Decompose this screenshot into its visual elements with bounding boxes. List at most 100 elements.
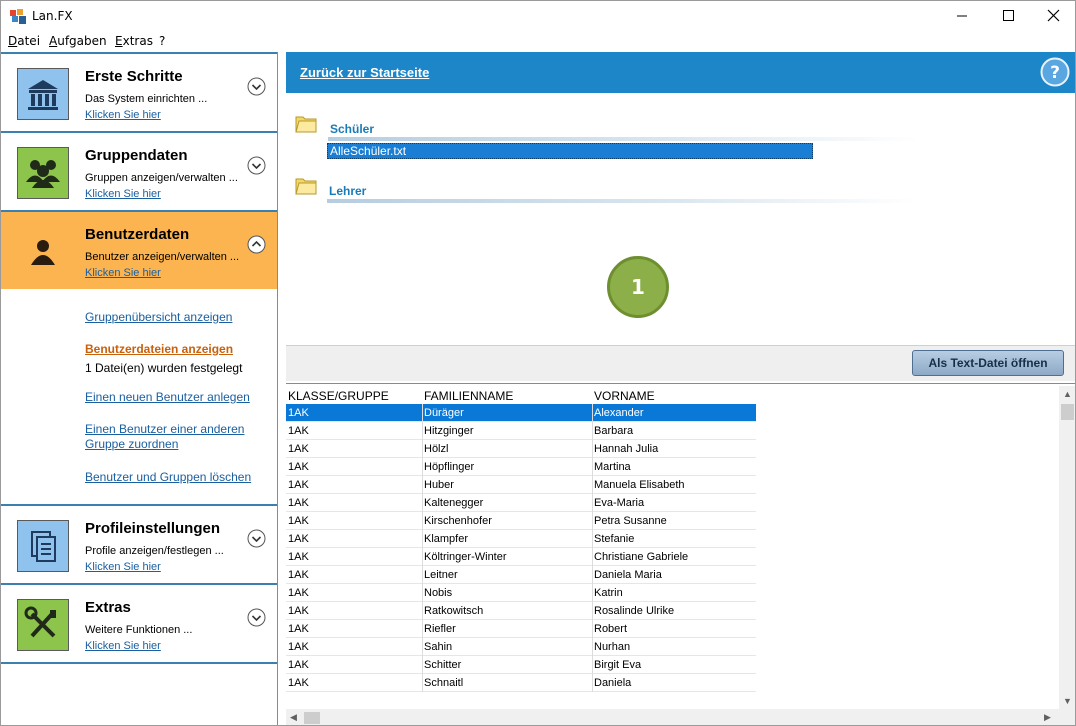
group-label-lehrer[interactable]: Lehrer [329, 184, 366, 198]
table-cell: Nobis [424, 587, 453, 599]
back-to-start-link[interactable]: Zurück zur Startseite [300, 65, 429, 80]
link-user-files[interactable]: Benutzerdateien anzeigen [85, 342, 233, 356]
chevron-down-icon[interactable] [247, 156, 266, 175]
column-header[interactable]: FAMILIENNAME [424, 389, 513, 403]
section-profileinstellungen[interactable]: Profileinstellungen Profile anzeigen/fes… [1, 504, 277, 583]
table-cell: Schitter [424, 659, 462, 671]
table-cell: Düräger [424, 407, 464, 419]
link-delete[interactable]: Benutzer und Gruppen löschen [85, 470, 251, 484]
table-row[interactable]: 1AK Hitzginger Barbara [286, 422, 756, 440]
svg-text:?: ? [1050, 63, 1060, 83]
table-row[interactable]: 1AK Kirschenhofer Petra Susanne [286, 512, 756, 530]
table-row[interactable]: 1AK Huber Manuela Elisabeth [286, 476, 756, 494]
table-cell: Kirschenhofer [424, 515, 492, 527]
table-cell: 1AK [288, 569, 309, 581]
table-row[interactable]: 1AK Nobis Katrin [286, 584, 756, 602]
scroll-down-icon[interactable]: ▼ [1063, 696, 1072, 706]
scroll-thumb[interactable] [1061, 404, 1074, 420]
table-cell: 1AK [288, 587, 309, 599]
table-cell: Katrin [594, 587, 623, 599]
section-gruppendaten[interactable]: Gruppendaten Gruppen anzeigen/verwalten … [1, 131, 277, 210]
section-erste-schritte[interactable]: Erste Schritte Das System einrichten ...… [1, 52, 277, 131]
table-row[interactable]: 1AK Ratkowitsch Rosalinde Ulrike [286, 602, 756, 620]
section-link[interactable]: Klicken Sie hier [85, 640, 161, 652]
close-button[interactable] [1031, 1, 1075, 31]
table-row[interactable]: 1AK Schitter Birgit Eva [286, 656, 756, 674]
link-groups-overview[interactable]: Gruppenübersicht anzeigen [85, 310, 232, 324]
column-divider [592, 404, 593, 692]
table-cell: Kaltenegger [424, 497, 484, 509]
scroll-left-icon[interactable]: ◀ [290, 712, 297, 723]
folder-icon [295, 178, 317, 195]
table-cell: Hitzginger [424, 425, 474, 437]
link-assign-user-line2[interactable]: Gruppe zuordnen [85, 437, 178, 451]
scroll-up-icon[interactable]: ▲ [1063, 389, 1072, 399]
minimize-button[interactable] [939, 1, 985, 31]
section-subtitle: Gruppen anzeigen/verwalten ... [85, 172, 238, 184]
scroll-corner [1059, 709, 1075, 725]
section-title: Profileinstellungen [85, 520, 221, 537]
user-icon [17, 226, 69, 278]
open-as-text-button[interactable]: Als Text-Datei öffnen [912, 350, 1064, 376]
menu-help[interactable]: ? [159, 34, 165, 48]
section-link[interactable]: Klicken Sie hier [85, 561, 161, 573]
table-row[interactable]: 1AK Költringer-Winter Christiane Gabriele [286, 548, 756, 566]
column-header[interactable]: VORNAME [594, 389, 655, 403]
close-icon [1047, 9, 1060, 22]
table-cell: Höpflinger [424, 461, 475, 473]
section-title: Extras [85, 599, 131, 616]
table-cell: 1AK [288, 479, 309, 491]
table-cell: Huber [424, 479, 454, 491]
table-row[interactable]: 1AK Klampfer Stefanie [286, 530, 756, 548]
menu-datei[interactable]: Datei [8, 34, 40, 48]
chevron-down-icon[interactable] [247, 608, 266, 627]
section-link[interactable]: Klicken Sie hier [85, 188, 161, 200]
table-row[interactable]: 1AK Höpflinger Martina [286, 458, 756, 476]
link-assign-user[interactable]: Einen Benutzer einer anderen [85, 422, 244, 436]
bank-icon [17, 68, 69, 120]
section-subtitle: Das System einrichten ... [85, 93, 208, 105]
menu-extras[interactable]: Extras [115, 34, 153, 48]
scroll-right-icon[interactable]: ▶ [1044, 712, 1051, 723]
table-cell: 1AK [288, 641, 309, 653]
files-status-text: 1 Datei(en) wurden festgelegt [85, 361, 243, 375]
section-link[interactable]: Klicken Sie hier [85, 109, 161, 121]
section-extras[interactable]: Extras Weitere Funktionen ... Klicken Si… [1, 583, 277, 664]
link-new-user[interactable]: Einen neuen Benutzer anlegen [85, 390, 250, 404]
horizontal-scrollbar[interactable]: ◀ ▶ [286, 709, 1059, 725]
table-cell: Riefler [424, 623, 456, 635]
menu-aufgaben[interactable]: Aufgaben [49, 34, 107, 48]
table-cell: Költringer-Winter [424, 551, 507, 563]
section-subtitle: Weitere Funktionen ... [85, 624, 193, 636]
section-benutzerdaten[interactable]: Benutzerdaten Benutzer anzeigen/verwalte… [1, 210, 277, 289]
vertical-scrollbar[interactable]: ▲ ▼ [1059, 386, 1075, 712]
app-logo-icon [10, 9, 26, 24]
group-label-schueler[interactable]: Schüler [330, 122, 374, 136]
section-title: Gruppendaten [85, 147, 188, 164]
folder-icon [295, 116, 317, 133]
scroll-thumb[interactable] [304, 712, 320, 724]
file-groups-panel: Schüler AlleSchüler.txt Lehrer 1 [286, 93, 1075, 345]
chevron-down-icon[interactable] [247, 77, 266, 96]
group-divider [328, 137, 918, 141]
table-cell: Eva-Maria [594, 497, 645, 509]
maximize-button[interactable] [985, 1, 1031, 31]
chevron-down-icon[interactable] [247, 529, 266, 548]
table-row[interactable]: 1AK Düräger Alexander [286, 404, 756, 422]
file-item-selected[interactable]: AlleSchüler.txt [327, 143, 813, 159]
minimize-icon [957, 15, 967, 17]
table-row[interactable]: 1AK Kaltenegger Eva-Maria [286, 494, 756, 512]
help-icon[interactable]: ? [1040, 57, 1070, 87]
table-row[interactable]: 1AK Sahin Nurhan [286, 638, 756, 656]
table-cell: Hannah Julia [594, 443, 659, 455]
table-cell: Ratkowitsch [424, 605, 484, 617]
table-row[interactable]: 1AK Riefler Robert [286, 620, 756, 638]
table-row[interactable]: 1AK Leitner Daniela Maria [286, 566, 756, 584]
step-badge: 1 [607, 256, 669, 318]
table-row[interactable]: 1AK Schnaitl Daniela [286, 674, 756, 692]
table-row[interactable]: 1AK Hölzl Hannah Julia [286, 440, 756, 458]
chevron-up-icon[interactable] [247, 235, 266, 254]
table-cell: Stefanie [594, 533, 635, 545]
section-link[interactable]: Klicken Sie hier [85, 267, 161, 279]
column-header[interactable]: KLASSE/GRUPPE [288, 389, 389, 403]
